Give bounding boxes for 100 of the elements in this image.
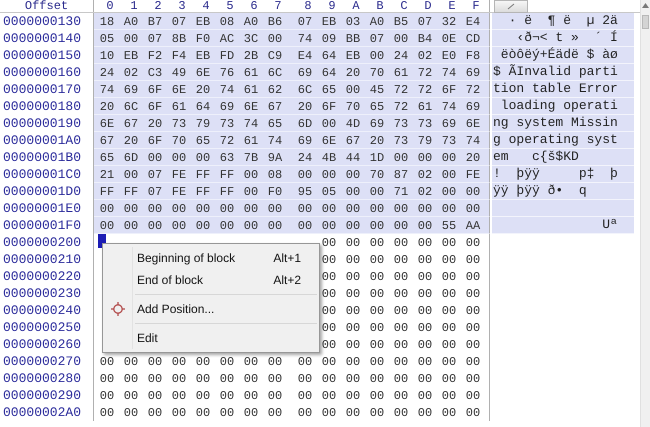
hex-byte: FF xyxy=(196,184,210,200)
hex-byte: 07 xyxy=(370,30,384,48)
hex-byte: 67 xyxy=(346,132,360,150)
offset-label: 0000000190 xyxy=(3,114,82,133)
ascii-text: ng system Missin xyxy=(492,114,618,132)
hex-byte: 63 xyxy=(220,150,234,166)
hex-byte: E4 xyxy=(466,14,480,30)
hex-byte: 00 xyxy=(244,370,258,388)
hex-byte: 61 xyxy=(244,132,258,150)
column-header: C xyxy=(400,0,408,12)
hex-byte: 00 xyxy=(466,286,480,302)
hex-byte: 00 xyxy=(172,218,186,234)
hex-byte: 72 xyxy=(394,98,408,116)
hex-byte: 00 xyxy=(322,252,336,268)
hex-byte: 70 xyxy=(172,132,186,150)
hex-byte: 00 xyxy=(418,268,432,286)
hex-byte: 6F xyxy=(442,82,456,98)
hex-byte: 00 xyxy=(196,150,210,166)
hex-byte: 07 xyxy=(298,14,312,30)
menu-item[interactable]: End of block Alt+2 xyxy=(103,269,319,291)
offset-label: 0000000290 xyxy=(3,386,82,405)
hex-byte: 20 xyxy=(346,64,360,82)
hex-byte: 00 xyxy=(442,166,456,184)
hex-byte: 00 xyxy=(148,218,162,234)
ascii-text: g operating syst xyxy=(492,131,618,150)
hex-byte: 2B xyxy=(244,48,258,64)
menu-item[interactable]: Add Position... xyxy=(103,298,319,320)
hex-byte: 00 xyxy=(394,150,408,166)
column-header: B xyxy=(376,0,384,12)
hex-byte: 00 xyxy=(220,388,234,404)
hex-byte: 74 xyxy=(466,132,480,150)
hex-byte: 00 xyxy=(418,218,432,234)
hex-byte: 74 xyxy=(244,116,258,132)
hex-byte: 00 xyxy=(418,252,432,268)
hex-byte: 08 xyxy=(220,14,234,30)
hex-byte: 61 xyxy=(394,64,408,82)
hex-byte: E0 xyxy=(442,48,456,64)
scroll-thumb[interactable] xyxy=(642,15,649,29)
hex-byte: 20 xyxy=(466,150,480,166)
hex-byte: 6C xyxy=(268,64,282,82)
hex-byte: 6C xyxy=(124,98,138,116)
hex-byte: 00 xyxy=(172,404,186,422)
hex-byte: 6E xyxy=(100,116,114,132)
hex-byte: 24 xyxy=(394,48,408,64)
hex-byte: 00 xyxy=(418,336,432,354)
hex-byte: 20 xyxy=(148,116,162,132)
hex-byte: 00 xyxy=(322,268,336,286)
hex-byte: 00 xyxy=(394,336,408,354)
hex-byte: 69 xyxy=(220,98,234,116)
hex-byte: 00 xyxy=(442,320,456,336)
hex-byte: 74 xyxy=(220,82,234,98)
hex-byte: 00 xyxy=(322,320,336,336)
hex-byte: 02 xyxy=(418,48,432,64)
hex-byte: 62 xyxy=(268,82,282,98)
hex-byte: 00 xyxy=(322,354,336,370)
toolbar-button[interactable] xyxy=(494,0,528,13)
scroll-up-icon[interactable] xyxy=(642,3,649,8)
offset-label: 0000000250 xyxy=(3,318,82,337)
hex-byte: 73 xyxy=(442,132,456,150)
hex-byte: 00 xyxy=(442,404,456,422)
hex-byte: F0 xyxy=(196,30,210,48)
hex-byte: 00 xyxy=(268,354,282,370)
hex-byte: 20 xyxy=(124,132,138,150)
hex-byte: 00 xyxy=(346,268,360,286)
hex-byte: 08 xyxy=(268,166,282,184)
column-header: E xyxy=(448,0,456,12)
hex-byte: 76 xyxy=(220,64,234,82)
hex-byte: A0 xyxy=(244,14,258,30)
hex-byte: 00 xyxy=(124,30,138,48)
hex-byte: 00 xyxy=(244,404,258,422)
hex-byte: 00 xyxy=(172,150,186,166)
menu-item[interactable]: Beginning of block Alt+1 xyxy=(103,247,319,269)
hex-byte: 00 xyxy=(172,354,186,370)
hex-byte: 00 xyxy=(466,320,480,336)
column-header: 2 xyxy=(154,0,162,12)
hex-byte: 70 xyxy=(346,98,360,116)
hex-byte: 69 xyxy=(370,116,384,132)
hex-byte: 00 xyxy=(268,218,282,234)
hex-byte: 73 xyxy=(418,116,432,132)
hex-byte: 00 xyxy=(370,184,384,200)
hex-byte: 00 xyxy=(322,336,336,354)
hex-byte: 00 xyxy=(298,166,312,184)
hex-byte: 00 xyxy=(124,200,138,218)
hex-byte: 00 xyxy=(466,354,480,370)
hex-byte: 00 xyxy=(394,252,408,268)
hex-byte: 00 xyxy=(466,404,480,422)
hex-byte: 00 xyxy=(394,218,408,234)
hex-byte: 69 xyxy=(298,132,312,150)
scrollbar[interactable] xyxy=(640,0,650,427)
hex-byte: 02 xyxy=(418,184,432,200)
hex-byte: EB xyxy=(124,48,138,64)
hex-byte: 00 xyxy=(418,286,432,302)
hex-byte: 00 xyxy=(442,252,456,268)
hex-byte: 00 xyxy=(442,388,456,404)
ascii-text: ! þÿÿ p‡ þ xyxy=(492,165,618,184)
hex-byte: 74 xyxy=(268,132,282,150)
menu-item[interactable]: Edit xyxy=(103,327,319,349)
offset-label: 00000001C0 xyxy=(3,166,82,184)
hex-byte: 6D xyxy=(298,116,312,132)
hex-byte: 00 xyxy=(148,388,162,404)
